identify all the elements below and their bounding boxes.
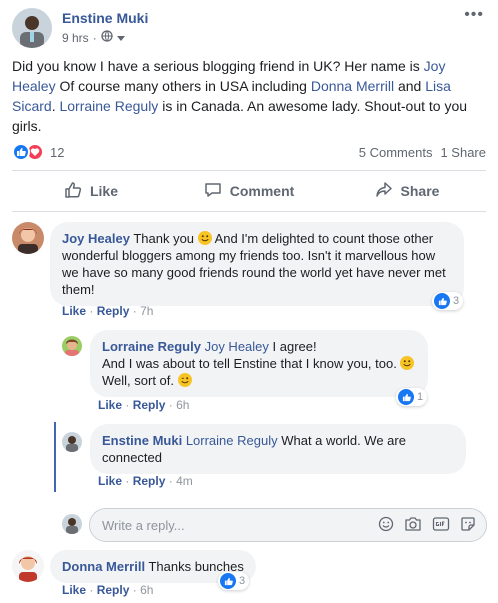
reactions-summary: 12 5 Comments 1 Share bbox=[12, 142, 486, 162]
reaction-icons[interactable] bbox=[12, 143, 44, 161]
mention-link[interactable]: Joy Healey bbox=[205, 339, 269, 354]
commenter-avatar[interactable] bbox=[62, 432, 82, 452]
comment-label: Comment bbox=[229, 183, 295, 199]
wink-emoji-icon bbox=[177, 373, 192, 387]
gif-icon[interactable] bbox=[432, 516, 450, 535]
more-options-icon[interactable]: ••• bbox=[464, 6, 484, 24]
comment-time[interactable]: 4m bbox=[176, 474, 193, 488]
comment-icon bbox=[204, 181, 222, 202]
post-action-bar: Like Comment Share bbox=[12, 171, 486, 211]
like-label: Like bbox=[89, 183, 118, 199]
current-user-avatar bbox=[62, 514, 82, 534]
commenter-name[interactable]: Donna Merrill bbox=[62, 559, 145, 574]
comment-actions: Like · Reply · 4m bbox=[98, 474, 193, 488]
comment-reaction-badge[interactable]: 1 bbox=[396, 388, 428, 406]
comment-reply-link[interactable]: Reply bbox=[133, 474, 166, 488]
comment-time[interactable]: 6h bbox=[176, 398, 189, 412]
comment-like-link[interactable]: Like bbox=[62, 583, 86, 597]
share-arrow-icon bbox=[375, 181, 393, 202]
comment-reaction-badge[interactable]: 3 bbox=[218, 572, 250, 590]
shares-count[interactable]: 1 Share bbox=[440, 145, 486, 160]
comment-text: I agree! bbox=[272, 339, 317, 354]
like-reaction-icon bbox=[12, 143, 30, 161]
comment-actions: Like · Reply · 6h bbox=[62, 583, 154, 597]
like-button[interactable]: Like bbox=[12, 171, 170, 211]
comment-reply-link[interactable]: Reply bbox=[97, 583, 130, 597]
mention-donna-merrill[interactable]: Donna Merrill bbox=[311, 78, 394, 94]
share-button[interactable]: Share bbox=[328, 171, 486, 211]
comment-like-link[interactable]: Like bbox=[62, 304, 86, 318]
comments-count[interactable]: 5 Comments bbox=[359, 145, 433, 160]
smile-emoji-icon bbox=[197, 231, 212, 245]
reaction-count[interactable]: 12 bbox=[50, 145, 64, 160]
comment-like-link[interactable]: Like bbox=[98, 398, 122, 412]
commenter-avatar[interactable] bbox=[62, 336, 82, 356]
privacy-dropdown-icon[interactable] bbox=[116, 31, 125, 45]
reaction-count: 3 bbox=[453, 295, 460, 307]
commenter-name[interactable]: Lorraine Reguly bbox=[102, 339, 201, 354]
post-text: Did you know I have a serious blogging f… bbox=[12, 58, 468, 134]
mention-lorraine-reguly[interactable]: Lorraine Reguly bbox=[59, 98, 158, 114]
share-label: Share bbox=[400, 183, 440, 199]
comment-reaction-badge[interactable]: 3 bbox=[432, 292, 464, 310]
comment-text-continued: Well, sort of. bbox=[102, 373, 175, 388]
like-reaction-icon bbox=[434, 293, 450, 309]
sticker-icon[interactable] bbox=[460, 516, 476, 535]
comment-text: Thank you bbox=[133, 231, 195, 246]
comment-actions: Like · Reply · 7h bbox=[62, 304, 154, 318]
emoji-picker-icon[interactable] bbox=[378, 516, 394, 535]
camera-icon[interactable] bbox=[404, 516, 422, 535]
like-reaction-icon bbox=[398, 389, 414, 405]
globe-icon[interactable] bbox=[101, 30, 113, 45]
reply-bubble: Enstine Muki Lorraine Reguly What a worl… bbox=[90, 424, 466, 474]
mention-link[interactable]: Lorraine Reguly bbox=[186, 433, 278, 448]
comment-button[interactable]: Comment bbox=[170, 171, 328, 211]
thumbs-up-icon bbox=[64, 181, 82, 202]
smile-emoji-icon bbox=[400, 356, 415, 370]
author-avatar[interactable] bbox=[12, 8, 52, 48]
comment-like-link[interactable]: Like bbox=[98, 474, 122, 488]
comments-section: Joy Healey Thank you And I'm delighted t… bbox=[0, 212, 498, 603]
thread-highlight-line bbox=[54, 422, 56, 492]
comment-bubble: Joy Healey Thank you And I'm delighted t… bbox=[50, 222, 464, 306]
comment-text-continued: And I was about to tell Enstine that I k… bbox=[102, 356, 397, 371]
post-author-name[interactable]: Enstine Muki bbox=[62, 10, 148, 26]
like-reaction-icon bbox=[220, 573, 236, 589]
reply-bubble: Lorraine Reguly Joy Healey I agree! And … bbox=[90, 330, 428, 397]
separator-dot: · bbox=[92, 30, 97, 45]
post-header: Enstine Muki 9 hrs · bbox=[12, 8, 148, 48]
reply-input[interactable]: Write a reply... bbox=[89, 508, 487, 542]
commenter-name[interactable]: Enstine Muki bbox=[102, 433, 182, 448]
comment-actions: Like · Reply · 6h bbox=[98, 398, 190, 412]
post-time[interactable]: 9 hrs bbox=[62, 31, 89, 45]
reaction-count: 1 bbox=[417, 391, 424, 403]
comment-time[interactable]: 7h bbox=[140, 304, 153, 318]
comment-time[interactable]: 6h bbox=[140, 583, 153, 597]
commenter-avatar[interactable] bbox=[12, 222, 44, 254]
reply-placeholder: Write a reply... bbox=[102, 517, 185, 533]
reaction-count: 3 bbox=[239, 575, 246, 587]
comment-reply-link[interactable]: Reply bbox=[133, 398, 166, 412]
commenter-name[interactable]: Joy Healey bbox=[62, 231, 130, 246]
comment-reply-link[interactable]: Reply bbox=[97, 304, 130, 318]
commenter-avatar[interactable] bbox=[12, 550, 44, 582]
